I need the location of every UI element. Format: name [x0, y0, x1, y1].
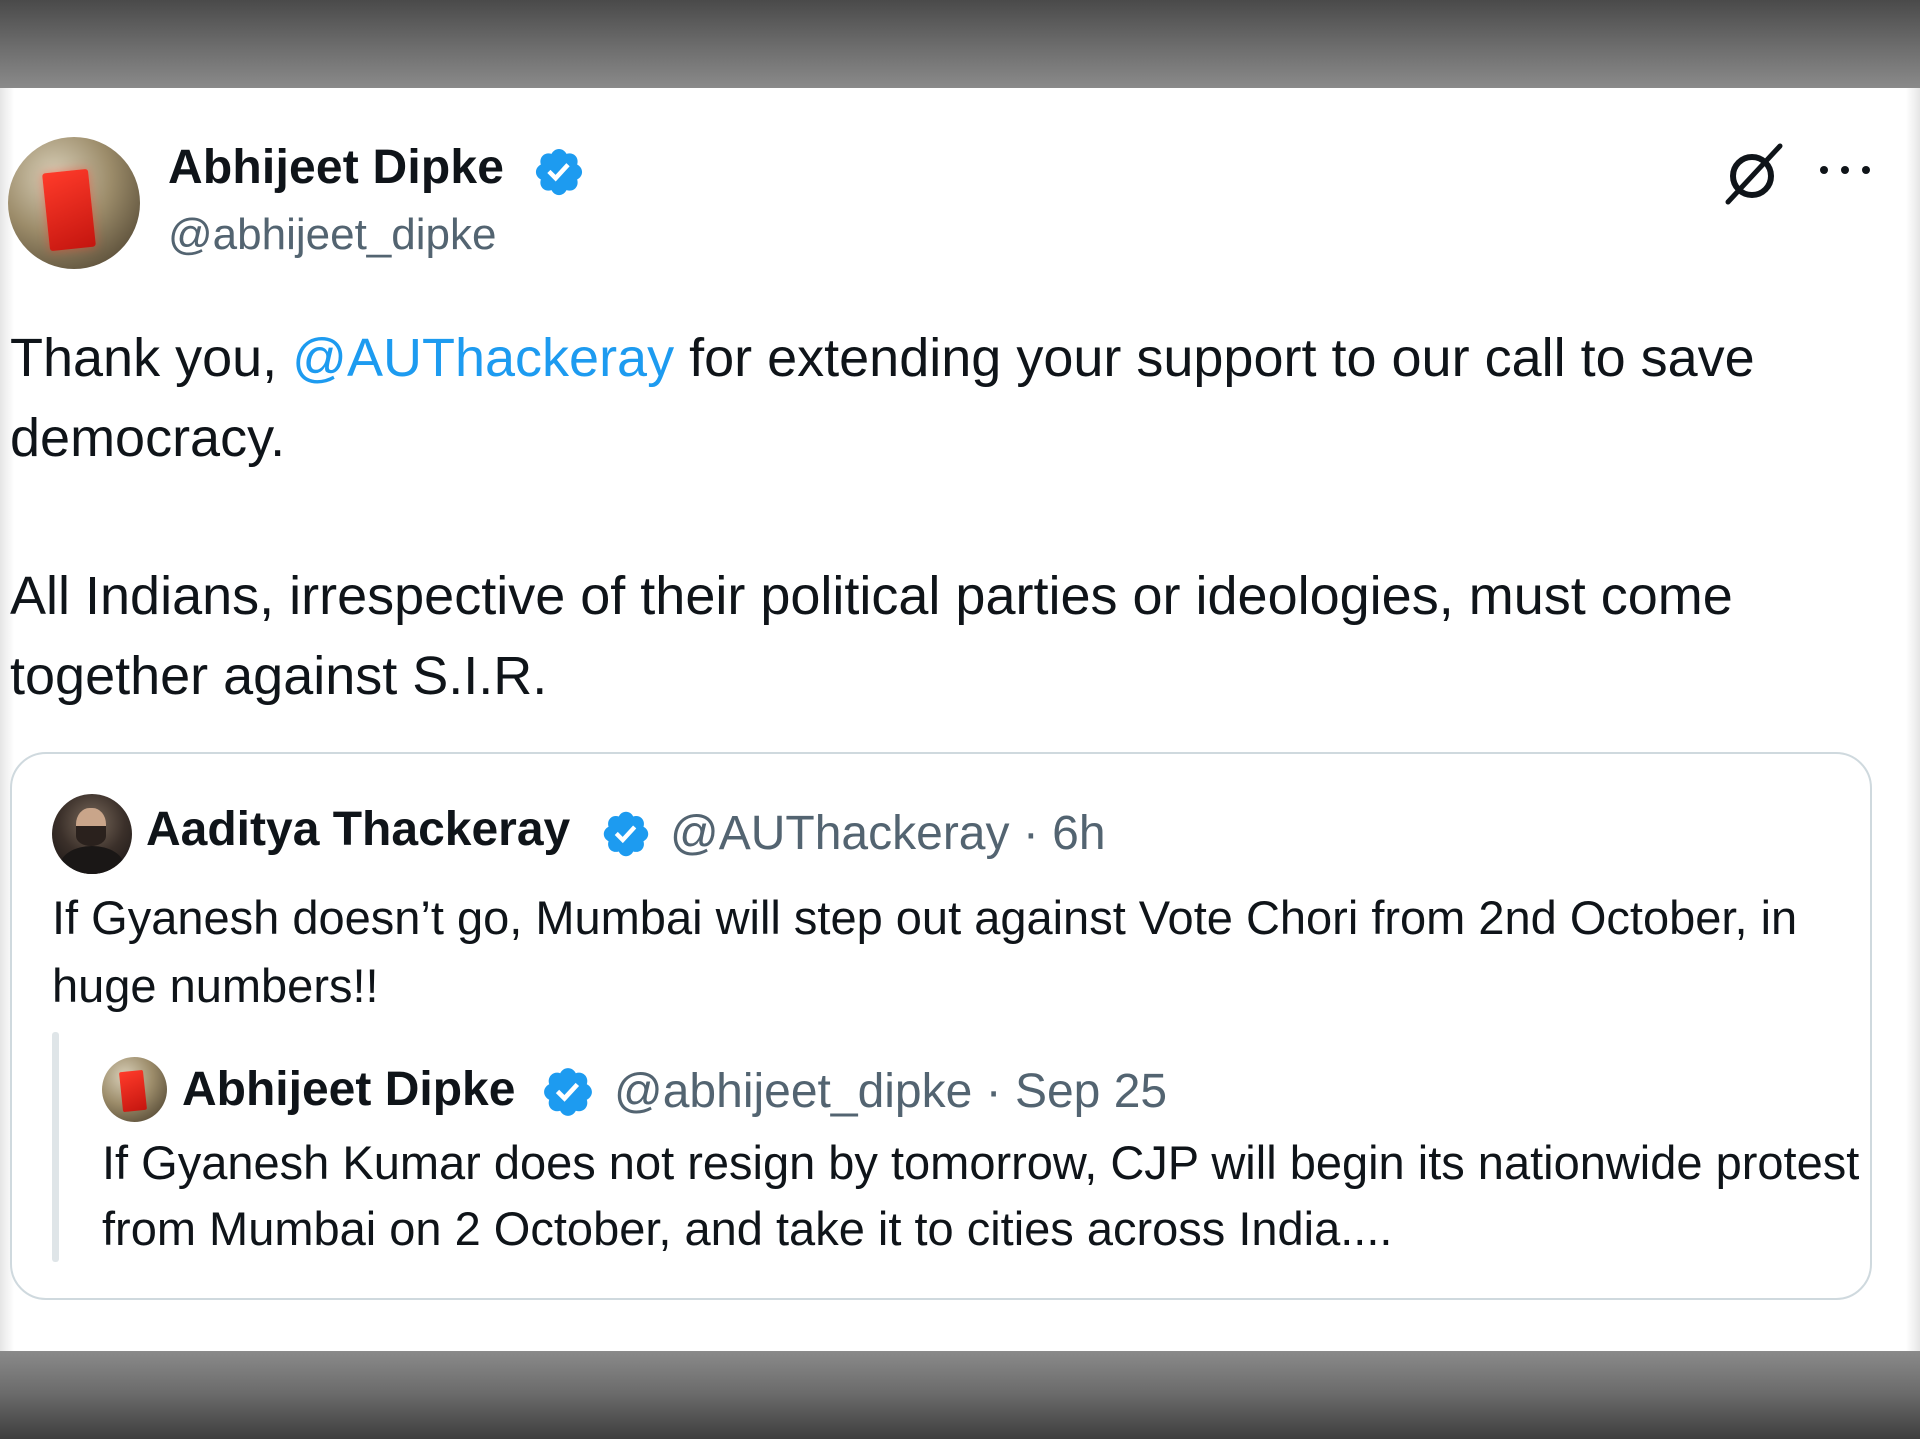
more-dot [1841, 166, 1849, 174]
nested-author-name[interactable]: Abhijeet Dipke [182, 1062, 515, 1117]
mention-link[interactable]: @AUThackeray [292, 328, 674, 388]
top-frame-band [0, 0, 1920, 88]
quote-text: If Gyanesh doesn’t go, Mumbai will step … [52, 891, 1798, 1012]
tweet-paragraph-1: Thank you, @AUThackeray for extending yo… [10, 318, 1900, 478]
quote-author-name[interactable]: Aaditya Thackeray [146, 802, 570, 857]
tweet-paragraph-2: All Indians, irrespective of their polit… [10, 566, 1733, 706]
bottom-frame-band [0, 1351, 1920, 1439]
more-options-icon[interactable] [1820, 150, 1870, 190]
author-name[interactable]: Abhijeet Dipke [168, 140, 504, 195]
author-avatar[interactable] [8, 137, 140, 269]
more-dot [1862, 166, 1870, 174]
verified-badge-icon[interactable] [532, 145, 586, 199]
avatar-beard [76, 826, 106, 846]
author-handle[interactable]: @abhijeet_dipke [168, 210, 496, 260]
nested-author-avatar[interactable] [102, 1057, 167, 1122]
nested-quote-bar [52, 1032, 59, 1262]
tweet-text-prefix: Thank you, [10, 328, 293, 388]
quote-handle-time[interactable]: @AUThackeray · 6h [670, 806, 1106, 861]
nested-quote-text: If Gyanesh Kumar does not resign by tomo… [102, 1136, 1860, 1255]
avatar-shoulders [60, 846, 124, 874]
avatar-red-card [42, 168, 96, 252]
quote-author-avatar[interactable] [52, 794, 132, 874]
verified-badge-icon [600, 808, 652, 860]
right-edge-shadow [1906, 88, 1920, 1351]
grok-icon[interactable] [1722, 142, 1786, 206]
more-dot [1820, 166, 1828, 174]
avatar-red-card [118, 1069, 148, 1113]
tweet-text: Thank you, @AUThackeray for extending yo… [10, 318, 1900, 716]
verified-badge-icon [540, 1064, 596, 1120]
nested-handle-time[interactable]: @abhijeet_dipke · Sep 25 [614, 1064, 1167, 1119]
